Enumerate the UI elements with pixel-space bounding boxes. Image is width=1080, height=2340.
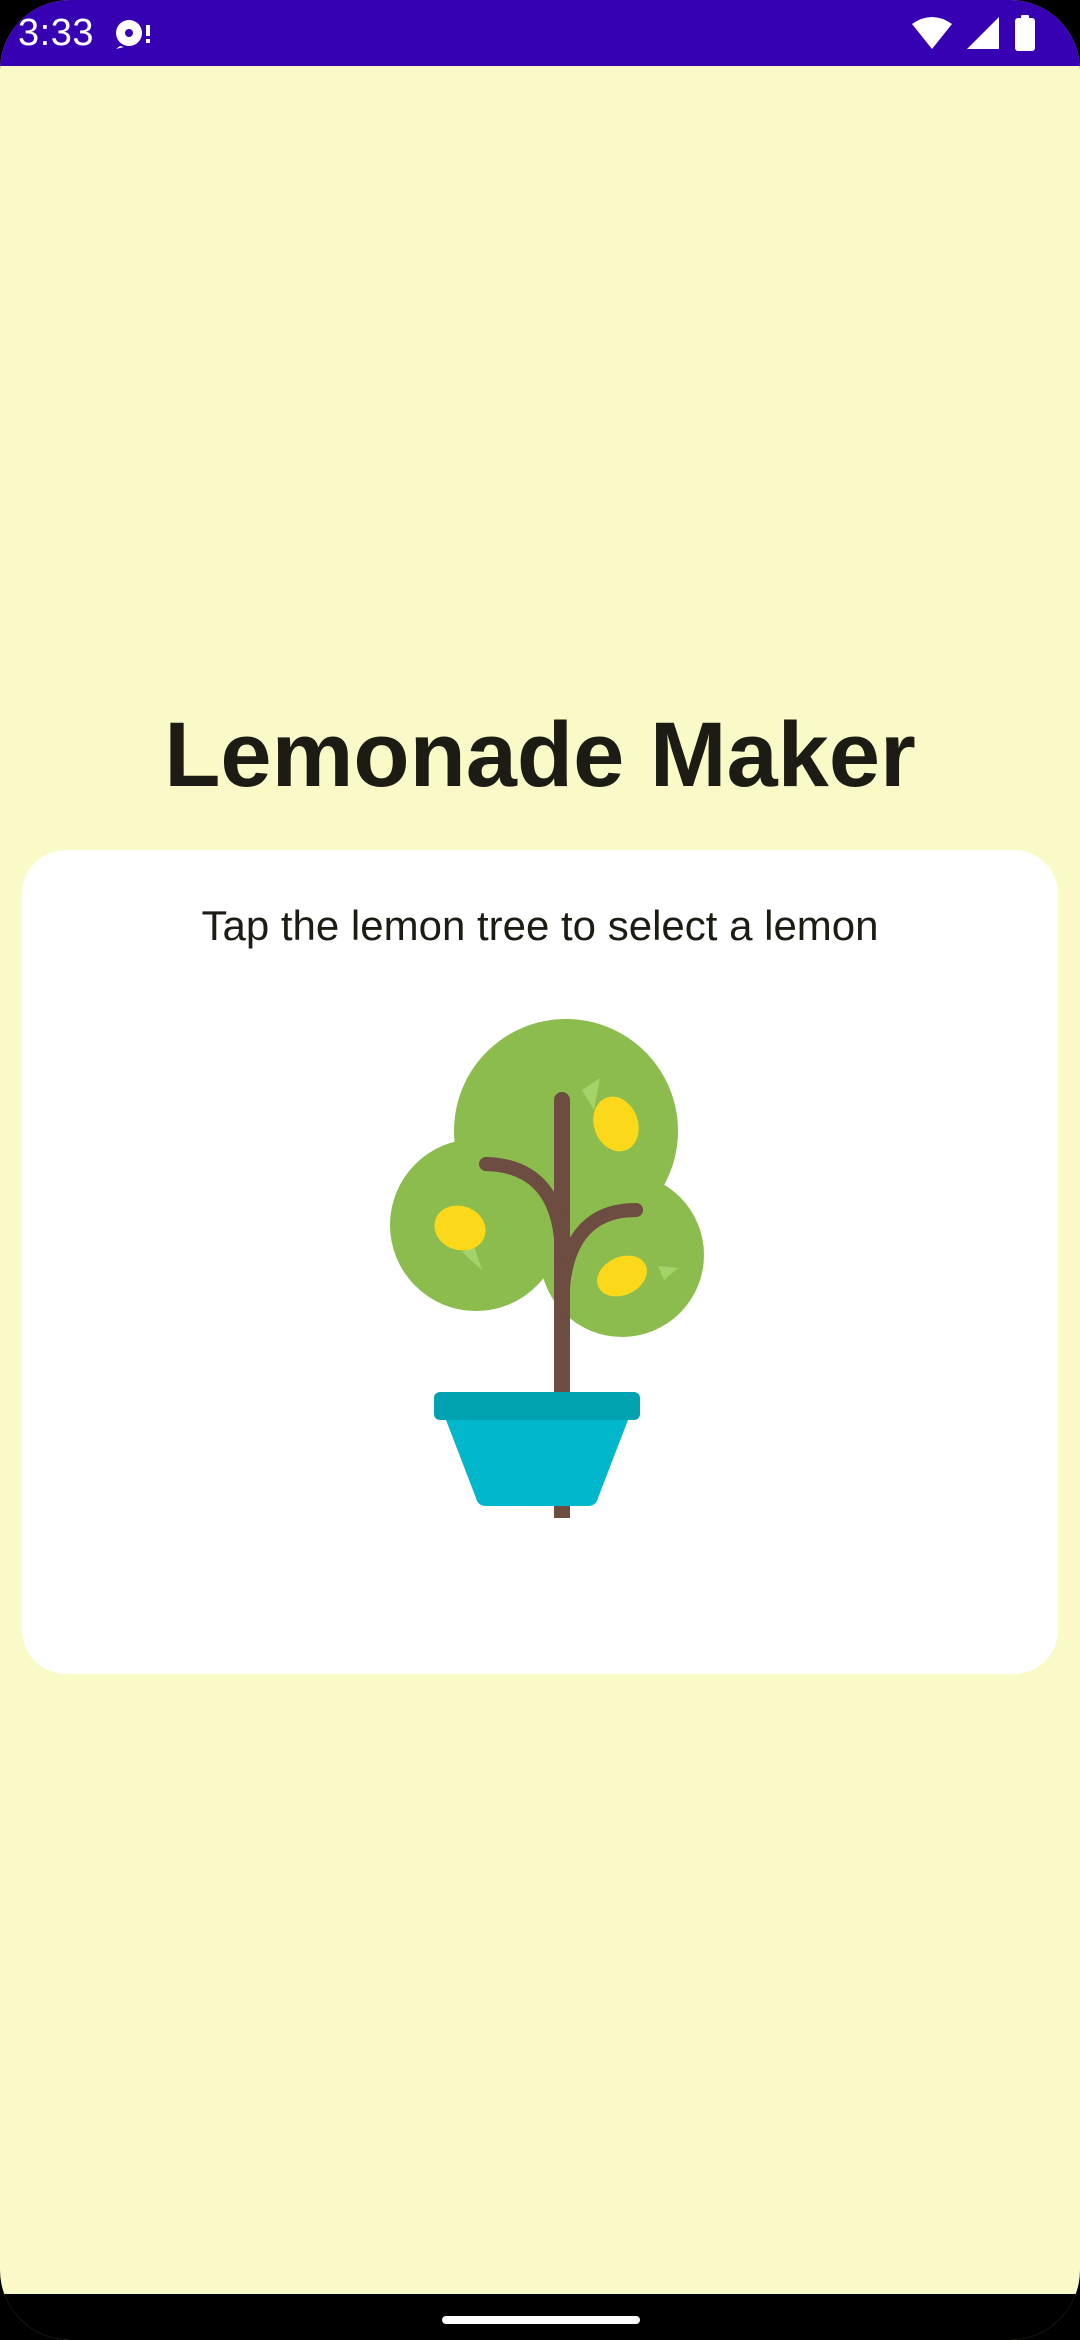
gesture-handle[interactable] [442, 2316, 640, 2324]
instruction-text: Tap the lemon tree to select a lemon [201, 902, 879, 949]
status-icons [912, 14, 1036, 52]
lemon-tree-icon[interactable] [390, 1018, 710, 1536]
media-notification-icon [114, 16, 154, 50]
status-bar: 3:33 [0, 0, 1080, 66]
wifi-icon [912, 16, 952, 50]
cell-signal-icon [966, 16, 1000, 50]
status-time: 3:33 [18, 12, 94, 54]
phone-screen: 3:33 Lemonade Maker Tap the lemon tree t… [0, 0, 1080, 2340]
battery-icon [1014, 15, 1036, 51]
lemon-card: Tap the lemon tree to select a lemon [22, 850, 1058, 1674]
app-title: Lemonade Maker [164, 704, 916, 806]
